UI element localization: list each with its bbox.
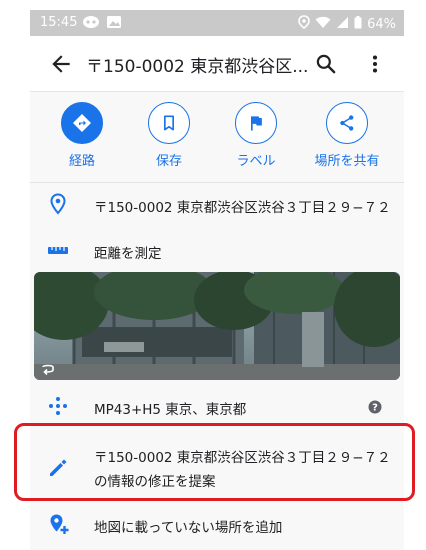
plus-code-text: MP43+H5 東京、東京都 [94, 402, 247, 418]
add-missing-place-row[interactable]: 地図に載っていない場所を追加 [30, 504, 404, 550]
status-time: 15:45 [40, 15, 78, 30]
street-view-photo[interactable] [34, 272, 400, 380]
save-label: 保存 [155, 154, 182, 169]
label-label: ラベル [236, 154, 276, 169]
gallery-notification-icon [106, 15, 122, 33]
signal-icon [336, 16, 349, 33]
status-right: 64% [298, 15, 396, 33]
measure-distance-row[interactable]: 距離を測定 [30, 228, 404, 272]
street-view-icon [40, 360, 56, 379]
add-location-icon [46, 512, 70, 536]
address-row[interactable]: 〒150-0002 東京都渋谷区渋谷３丁目２９−７２ [30, 182, 404, 228]
notification-app-icon [82, 15, 100, 33]
back-arrow-icon[interactable] [48, 51, 74, 77]
page-title: 〒150-0002 東京都渋谷区... [86, 57, 309, 77]
battery-percent: 64% [367, 16, 396, 32]
add-missing-place-text: 地図に載っていない場所を追加 [94, 520, 283, 536]
directions-label: 経路 [68, 154, 95, 169]
action-buttons: 経路 保存 ラベル 場所を共有 [30, 92, 404, 182]
bookmark-icon [148, 102, 190, 144]
app-bar: 〒150-0002 東京都渋谷区... [30, 36, 404, 92]
svg-text:?: ? [372, 403, 378, 414]
share-place-button[interactable]: 場所を共有 [307, 102, 387, 169]
location-icon [298, 15, 310, 33]
battery-icon [354, 15, 362, 33]
directions-icon [61, 102, 103, 144]
wifi-icon [315, 16, 331, 33]
directions-button[interactable]: 経路 [42, 102, 122, 169]
share-place-label: 場所を共有 [314, 154, 380, 169]
address-text: 〒150-0002 東京都渋谷区渋谷３丁目２９−７２ [94, 200, 391, 216]
measure-distance-text: 距離を測定 [94, 246, 162, 262]
share-icon [326, 102, 368, 144]
search-icon[interactable] [313, 51, 339, 77]
save-button[interactable]: 保存 [129, 102, 209, 169]
flag-icon [235, 102, 277, 144]
highlight-box [14, 423, 415, 501]
label-button[interactable]: ラベル [216, 102, 296, 169]
help-icon[interactable]: ? [368, 399, 382, 414]
status-bar: 15:45 64% [30, 10, 404, 36]
plus-code-icon [46, 394, 70, 418]
more-options-icon[interactable] [362, 51, 388, 77]
location-pin-icon [46, 192, 70, 216]
ruler-icon [46, 238, 70, 262]
